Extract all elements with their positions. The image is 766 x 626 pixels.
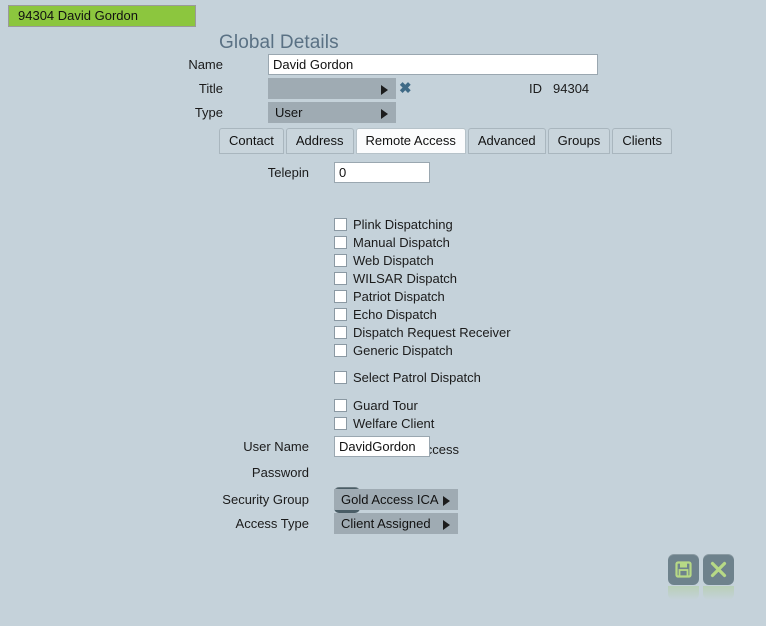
name-label: Name (188, 57, 223, 72)
security-group-value: Gold Access ICA (341, 492, 439, 507)
checkbox-label: Patriot Dispatch (353, 289, 445, 304)
type-label: Type (194, 105, 223, 120)
security-group-label: Security Group (222, 492, 309, 507)
clear-title-icon[interactable]: ✖ (399, 78, 412, 99)
checkbox-label: Dispatch Request Receiver (353, 325, 511, 340)
save-button-reflection (668, 586, 699, 600)
checkbox-box (334, 326, 347, 339)
type-dropdown[interactable]: User (268, 102, 396, 123)
checkbox-box (334, 308, 347, 321)
access-type-value: Client Assigned (341, 516, 431, 531)
telepin-label: Telepin (267, 165, 309, 180)
checkbox-label: Generic Dispatch (353, 343, 453, 358)
chevron-right-icon (381, 108, 388, 119)
id-value: 94304 (553, 81, 590, 96)
tab-label: Advanced (477, 133, 536, 148)
record-tab-bar: 94304 David Gordon (0, 0, 766, 30)
tab-clients[interactable]: Clients (612, 128, 673, 154)
checkbox-label: Welfare Client (353, 416, 435, 431)
tab-strip: Contact Address Remote Access Advanced G… (219, 128, 674, 154)
checkbox-box (334, 290, 347, 303)
tab-label: Remote Access (365, 133, 456, 148)
tab-label: Contact (229, 133, 274, 148)
chevron-right-icon (443, 495, 450, 506)
save-button[interactable] (668, 554, 699, 585)
chevron-right-icon (443, 519, 450, 530)
tab-advanced[interactable]: Advanced (467, 128, 546, 154)
checkbox-box (334, 254, 347, 267)
tab-contact[interactable]: Contact (219, 128, 284, 154)
chevron-right-icon (381, 84, 388, 95)
tab-address[interactable]: Address (285, 128, 354, 154)
checkbox-box (334, 371, 347, 384)
cancel-button[interactable] (703, 554, 734, 585)
checkbox-label: Guard Tour (353, 398, 418, 413)
tab-label: Address (295, 133, 344, 148)
tab-label: Clients (622, 133, 663, 148)
title-label: Title (198, 81, 223, 96)
checkbox-box (334, 399, 347, 412)
password-label: Password (251, 465, 309, 480)
checkbox-label: Select Patrol Dispatch (353, 370, 481, 385)
name-input[interactable] (268, 54, 598, 75)
type-dropdown-value: User (275, 105, 303, 120)
tab-label: Groups (557, 133, 601, 148)
title-dropdown[interactable] (268, 78, 396, 99)
id-label: ID (529, 81, 542, 96)
checkbox-label: WILSAR Dispatch (353, 271, 458, 286)
checkbox-box (334, 272, 347, 285)
checkbox-box (334, 236, 347, 249)
security-group-dropdown[interactable]: Gold Access ICA (334, 489, 458, 510)
access-type-dropdown[interactable]: Client Assigned (334, 513, 458, 534)
checkbox-label: Web Dispatch (353, 253, 434, 268)
checkbox-box (334, 218, 347, 231)
access-type-label: Access Type (235, 516, 309, 531)
checkbox-label: Plink Dispatching (353, 217, 453, 232)
checkbox-label: Echo Dispatch (353, 307, 437, 322)
checkbox-label: Manual Dispatch (353, 235, 450, 250)
tab-remote-access[interactable]: Remote Access (355, 128, 466, 154)
user-name-input[interactable] (334, 436, 430, 457)
record-tab-david-gordon[interactable]: 94304 David Gordon (8, 5, 196, 27)
telepin-input[interactable] (334, 162, 430, 183)
tab-groups[interactable]: Groups (547, 128, 611, 154)
page-title: Global Details (219, 32, 339, 53)
user-name-label: User Name (243, 439, 309, 454)
checkbox-box (334, 344, 347, 357)
cancel-button-reflection (703, 586, 734, 600)
global-details-panel: Global Details Name Title ✖ ID 94304 Typ… (0, 30, 766, 626)
checkbox-box (334, 417, 347, 430)
